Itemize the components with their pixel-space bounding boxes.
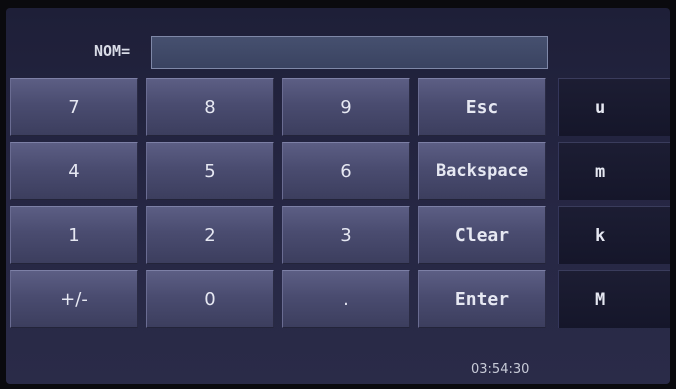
key-1[interactable]: 1 bbox=[10, 206, 138, 264]
value-input[interactable] bbox=[151, 36, 548, 69]
key-6[interactable]: 6 bbox=[282, 142, 410, 200]
key-7[interactable]: 7 bbox=[10, 78, 138, 136]
key-5[interactable]: 5 bbox=[146, 142, 274, 200]
enter-button[interactable]: Enter bbox=[418, 270, 546, 328]
unit-milli-button[interactable]: m bbox=[558, 142, 670, 200]
key-3[interactable]: 3 bbox=[282, 206, 410, 264]
input-row: NOM= bbox=[6, 34, 566, 74]
input-label: NOM= bbox=[94, 42, 131, 60]
esc-button[interactable]: Esc bbox=[418, 78, 546, 136]
keypad-screen: NOM= 7 8 9 Esc u 4 5 6 Backspace m 1 2 3… bbox=[6, 8, 670, 384]
key-4[interactable]: 4 bbox=[10, 142, 138, 200]
unit-micro-button[interactable]: u bbox=[558, 78, 670, 136]
key-8[interactable]: 8 bbox=[146, 78, 274, 136]
unit-mega-button[interactable]: M bbox=[558, 270, 670, 328]
key-2[interactable]: 2 bbox=[146, 206, 274, 264]
status-clock: 03:54:30 bbox=[471, 362, 530, 377]
unit-kilo-button[interactable]: k bbox=[558, 206, 670, 264]
decimal-point-button[interactable]: . bbox=[282, 270, 410, 328]
key-0[interactable]: 0 bbox=[146, 270, 274, 328]
clear-button[interactable]: Clear bbox=[418, 206, 546, 264]
sign-toggle-button[interactable]: +/- bbox=[10, 270, 138, 328]
backspace-button[interactable]: Backspace bbox=[418, 142, 546, 200]
key-9[interactable]: 9 bbox=[282, 78, 410, 136]
